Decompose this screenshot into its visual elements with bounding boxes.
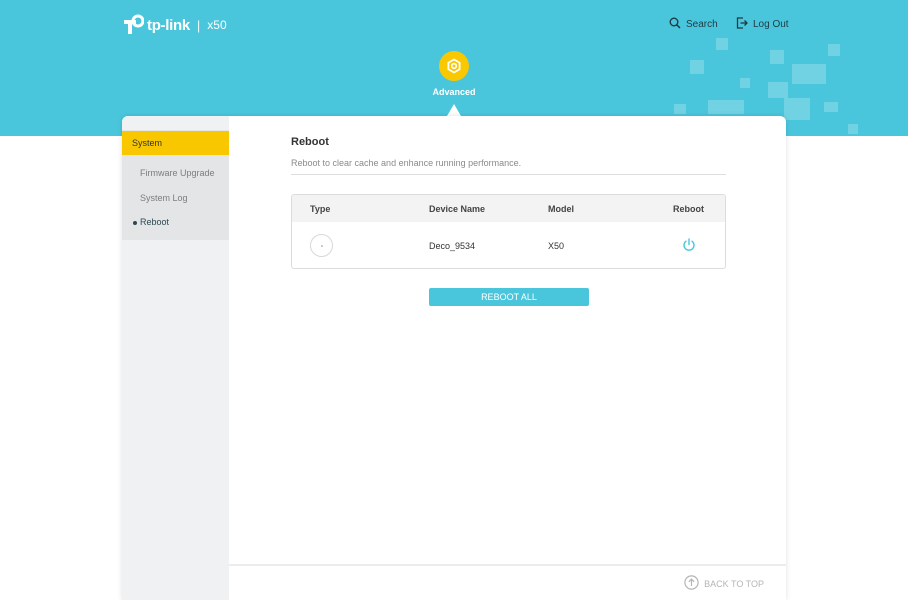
sidebar-item-firmware-upgrade[interactable]: Firmware Upgrade xyxy=(140,168,215,178)
reboot-all-button[interactable]: REBOOT ALL xyxy=(429,288,589,306)
decor-pixel xyxy=(848,124,858,134)
decor-pixel xyxy=(792,64,826,84)
divider xyxy=(291,174,726,175)
active-tab-pointer xyxy=(447,104,461,116)
tplink-logo-icon xyxy=(122,14,145,36)
decor-pixel xyxy=(690,60,704,74)
back-to-top-button[interactable]: BACK TO TOP xyxy=(684,575,764,592)
brand-separator: | xyxy=(196,17,201,33)
back-to-top-label: BACK TO TOP xyxy=(704,578,764,589)
deco-device-icon xyxy=(310,234,333,257)
advanced-gear-icon xyxy=(439,51,469,81)
content-card: System Firmware Upgrade System Log Reboo… xyxy=(122,116,786,600)
column-header-model: Model xyxy=(548,204,574,214)
sidebar-item-reboot[interactable]: Reboot xyxy=(140,217,169,227)
page-title: Reboot xyxy=(291,136,329,148)
advanced-tab-label: Advanced xyxy=(432,87,476,97)
decor-pixel xyxy=(824,102,838,112)
page-description: Reboot to clear cache and enhance runnin… xyxy=(291,158,522,168)
decor-pixel xyxy=(708,100,744,114)
table-header: Type Device Name Model Reboot xyxy=(292,195,725,222)
brand-logo[interactable]: tp-link | x50 xyxy=(122,13,227,37)
arrow-up-circle-icon xyxy=(684,575,699,592)
sidebar: System Firmware Upgrade System Log Reboo… xyxy=(122,116,229,600)
advanced-tab[interactable]: Advanced xyxy=(424,51,484,97)
decor-pixel xyxy=(716,38,728,50)
footer-bar: BACK TO TOP xyxy=(229,564,786,600)
sidebar-item-system-log[interactable]: System Log xyxy=(140,193,188,203)
logout-label: Log Out xyxy=(753,19,789,30)
model-name: x50 xyxy=(207,18,227,32)
active-item-indicator xyxy=(133,221,137,225)
column-header-device-name: Device Name xyxy=(429,204,486,214)
decor-pixel xyxy=(768,82,788,98)
decor-pixel xyxy=(674,104,686,114)
sidebar-category-system[interactable]: System xyxy=(122,131,229,155)
power-icon[interactable] xyxy=(682,238,696,257)
decor-pixel xyxy=(784,98,810,120)
logout-button[interactable]: Log Out xyxy=(736,17,789,32)
brand-name: tp-link xyxy=(147,16,190,34)
device-name-cell: Deco_9534 xyxy=(429,241,476,251)
column-header-reboot: Reboot xyxy=(673,204,704,214)
model-cell: X50 xyxy=(548,241,565,251)
decor-pixel xyxy=(828,44,840,56)
search-label: Search xyxy=(686,19,718,30)
decor-pixel xyxy=(740,78,750,88)
column-header-type: Type xyxy=(310,204,331,214)
device-table: Type Device Name Model Reboot Deco_9534 … xyxy=(291,194,726,269)
decor-pixel xyxy=(770,50,784,64)
logout-icon xyxy=(736,17,748,32)
search-icon xyxy=(669,17,681,32)
search-button[interactable]: Search xyxy=(669,17,718,32)
